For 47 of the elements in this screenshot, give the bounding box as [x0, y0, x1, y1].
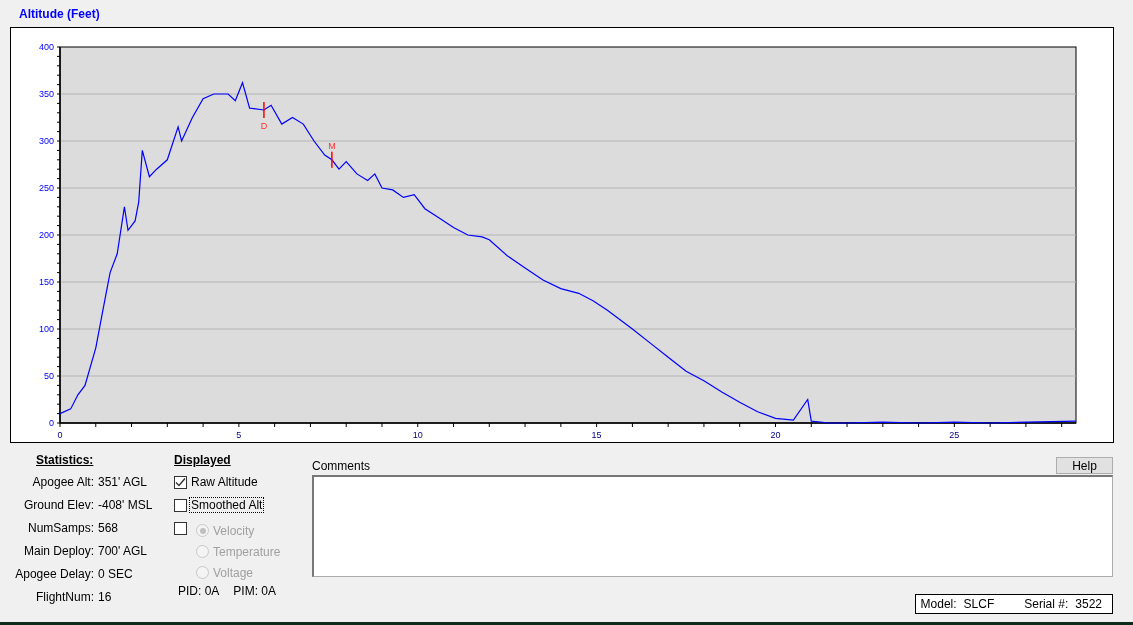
pim-label: PIM: 0A — [233, 584, 277, 598]
annotation: D — [260, 120, 268, 131]
checkbox[interactable] — [174, 499, 187, 512]
y-tick-label: 300 — [38, 136, 54, 146]
checkbox-label[interactable]: Smoothed Alt — [190, 498, 264, 512]
comments-field[interactable] — [312, 475, 1113, 577]
annotation: M — [328, 140, 336, 151]
x-tick-label: 25 — [949, 430, 960, 440]
comments-label: Comments — [312, 459, 370, 473]
chart-title: Altitude (Feet) — [18, 6, 101, 23]
y-tick-label: 400 — [38, 42, 54, 52]
x-tick-label: 20 — [770, 430, 781, 440]
pid-label: PID: 0A — [178, 584, 220, 598]
stat-label: Apogee Alt: — [31, 475, 95, 491]
x-tick-label: 15 — [591, 430, 602, 440]
displayed-heading: Displayed — [174, 453, 232, 469]
model-label: Model: — [920, 597, 957, 611]
stat-value: 0 SEC — [98, 567, 133, 583]
y-tick-label: 250 — [38, 183, 54, 193]
checkbox[interactable] — [174, 476, 187, 489]
x-tick-label: 10 — [412, 430, 423, 440]
x-tick-label: 5 — [236, 430, 242, 440]
y-tick-label: 350 — [38, 89, 54, 99]
stat-label: NumSamps: — [26, 521, 95, 537]
serial-label: Serial #: — [1024, 597, 1069, 611]
y-tick-label: 150 — [38, 277, 54, 287]
stat-value: 700' AGL — [98, 544, 147, 560]
stat-label: Apogee Delay: — [14, 567, 95, 583]
stat-value: 16 — [98, 590, 112, 606]
help-button[interactable]: Help — [1056, 457, 1113, 474]
y-tick-label: 50 — [44, 371, 54, 381]
x-tick-label: 0 — [57, 430, 63, 440]
stat-label: Main Deploy: — [22, 544, 95, 560]
checkmark-icon — [175, 477, 186, 488]
stat-value: 568 — [98, 521, 119, 537]
stat-label: FlightNum: — [35, 590, 95, 606]
stat-value: 351' AGL — [98, 475, 147, 491]
y-tick-label: 100 — [38, 324, 54, 334]
serial-value: 3522 — [1075, 597, 1102, 611]
model-value: SLCF — [963, 597, 995, 611]
statistics-heading: Statistics: — [35, 453, 95, 469]
stat-label: Ground Elev: — [22, 498, 95, 514]
checkbox[interactable] — [174, 522, 187, 535]
checkbox-label[interactable]: Raw Altitude — [190, 475, 259, 489]
y-tick-label: 200 — [38, 230, 54, 240]
stat-value: -408' MSL — [98, 498, 153, 514]
y-tick-label: 0 — [49, 418, 54, 428]
